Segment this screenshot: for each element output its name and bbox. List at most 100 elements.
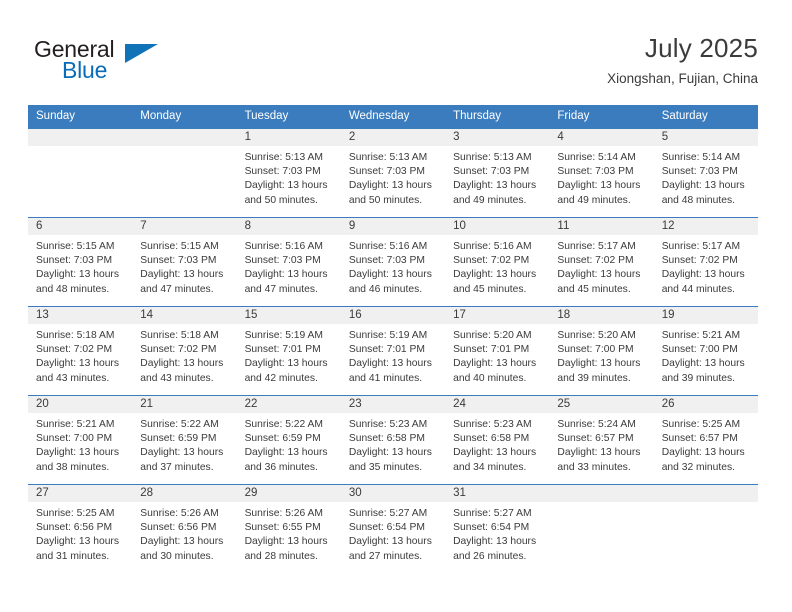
sunrise-text: Sunrise: 5:17 AM (557, 241, 636, 252)
calendar-day-cell[interactable]: 27 Sunrise: 5:25 AM Sunset: 6:56 PM Dayligh… (28, 484, 133, 574)
day-number: 6 (28, 218, 133, 235)
day-number (653, 485, 758, 502)
calendar-day-cell[interactable]: 19 Sunrise: 5:21 AM Sunset: 7:00 PM Dayligh… (653, 306, 758, 396)
calendar-day-cell[interactable]: 31 Sunrise: 5:27 AM Sunset: 6:54 PM Dayligh… (445, 484, 550, 574)
daylight-text: Daylight: 13 hours and 44 minutes. (661, 269, 745, 295)
calendar-day-cell[interactable]: 28 Sunrise: 5:26 AM Sunset: 6:56 PM Dayligh… (132, 484, 237, 574)
day-details: Sunrise: 5:21 AM Sunset: 7:00 PM Daylight:… (28, 413, 132, 475)
daylight-text: Daylight: 13 hours and 43 minutes. (36, 358, 119, 384)
sunset-text: Sunset: 6:58 PM (348, 433, 425, 445)
daylight-text: Daylight: 13 hours and 45 minutes. (557, 269, 641, 295)
sunset-text: Sunset: 6:58 PM (453, 433, 530, 445)
page-title: July 2025 (644, 33, 758, 63)
sunrise-text: Sunrise: 5:13 AM (348, 152, 428, 163)
sunset-text: Sunset: 7:00 PM (36, 433, 113, 445)
day-details: Sunrise: 5:23 AM Sunset: 6:58 PM Daylight:… (341, 413, 445, 475)
calendar-day-cell[interactable]: 12 Sunrise: 5:17 AM Sunset: 7:02 PM Dayligh… (653, 217, 758, 307)
calendar-day-cell[interactable]: 15 Sunrise: 5:19 AM Sunset: 7:01 PM Dayligh… (236, 306, 341, 396)
calendar-day-cell[interactable]: 26 Sunrise: 5:25 AM Sunset: 6:57 PM Dayligh… (653, 395, 758, 485)
calendar-day-cell[interactable]: 8 Sunrise: 5:16 AM Sunset: 7:03 PM Daylight… (236, 217, 341, 307)
daylight-text: Daylight: 13 hours and 38 minutes. (36, 447, 119, 473)
calendar-body: 1 Sunrise: 5:13 AM Sunset: 7:03 PM Daylight… (28, 128, 758, 574)
calendar-day-cell[interactable]: 20 Sunrise: 5:21 AM Sunset: 7:00 PM Dayligh… (28, 395, 133, 485)
calendar-day-cell[interactable]: 29 Sunrise: 5:26 AM Sunset: 6:55 PM Dayligh… (236, 484, 341, 574)
calendar-day-cell[interactable]: 2 Sunrise: 5:13 AM Sunset: 7:03 PM Daylight… (340, 128, 446, 218)
daylight-text: Daylight: 13 hours and 31 minutes. (36, 536, 119, 562)
day-details: Sunrise: 5:25 AM Sunset: 6:57 PM Daylight:… (654, 413, 758, 475)
sunset-text: Sunset: 7:03 PM (140, 255, 217, 267)
calendar-day-cell[interactable]: 22 Sunrise: 5:22 AM Sunset: 6:59 PM Dayligh… (236, 395, 341, 485)
sunrise-text: Sunrise: 5:14 AM (661, 152, 741, 163)
daylight-text: Daylight: 13 hours and 50 minutes. (348, 180, 432, 206)
sunset-text: Sunset: 6:55 PM (244, 522, 321, 534)
calendar-day-cell[interactable]: 7 Sunrise: 5:15 AM Sunset: 7:03 PM Daylight… (132, 217, 237, 307)
sunrise-text: Sunrise: 5:23 AM (453, 419, 532, 430)
day-number: 16 (340, 307, 446, 324)
calendar-empty-cell (549, 484, 654, 574)
day-number: 4 (549, 129, 654, 146)
calendar-day-cell[interactable]: 14 Sunrise: 5:18 AM Sunset: 7:02 PM Dayligh… (132, 306, 237, 396)
day-details: Sunrise: 5:27 AM Sunset: 6:54 PM Daylight:… (445, 502, 549, 564)
sunrise-text: Sunrise: 5:27 AM (348, 508, 428, 519)
calendar-empty-cell (28, 128, 133, 218)
calendar-day-cell[interactable]: 25 Sunrise: 5:24 AM Sunset: 6:57 PM Dayligh… (549, 395, 654, 485)
day-number: 1 (236, 129, 341, 146)
sunset-text: Sunset: 7:03 PM (557, 166, 634, 178)
sunset-text: Sunset: 6:57 PM (557, 433, 634, 445)
day-details: Sunrise: 5:27 AM Sunset: 6:54 PM Daylight:… (341, 502, 445, 564)
location-subtitle: Xiongshan, Fujian, China (607, 71, 758, 86)
calendar-day-cell[interactable]: 6 Sunrise: 5:15 AM Sunset: 7:03 PM Daylight… (28, 217, 133, 307)
sunrise-text: Sunrise: 5:20 AM (453, 330, 532, 341)
general-blue-logo[interactable]: General Blue (34, 36, 204, 88)
calendar-day-cell[interactable]: 5 Sunrise: 5:14 AM Sunset: 7:03 PM Daylight… (653, 128, 758, 218)
day-number: 18 (549, 307, 654, 324)
sunrise-text: Sunrise: 5:15 AM (140, 241, 219, 252)
sunrise-text: Sunrise: 5:17 AM (661, 241, 741, 252)
calendar-day-cell[interactable]: 3 Sunrise: 5:13 AM Sunset: 7:03 PM Daylight… (445, 128, 550, 218)
calendar-day-cell[interactable]: 11 Sunrise: 5:17 AM Sunset: 7:02 PM Dayligh… (549, 217, 654, 307)
sunrise-text: Sunrise: 5:19 AM (348, 330, 428, 341)
day-number: 5 (653, 129, 758, 146)
weekday-header-saturday: Saturday (653, 105, 758, 129)
daylight-text: Daylight: 13 hours and 28 minutes. (244, 536, 328, 562)
calendar-day-cell[interactable]: 30 Sunrise: 5:27 AM Sunset: 6:54 PM Dayligh… (340, 484, 446, 574)
daylight-text: Daylight: 13 hours and 32 minutes. (661, 447, 745, 473)
calendar-day-cell[interactable]: 1 Sunrise: 5:13 AM Sunset: 7:03 PM Daylight… (236, 128, 341, 218)
calendar-day-cell[interactable]: 4 Sunrise: 5:14 AM Sunset: 7:03 PM Daylight… (549, 128, 654, 218)
calendar-day-cell[interactable]: 18 Sunrise: 5:20 AM Sunset: 7:00 PM Dayligh… (549, 306, 654, 396)
calendar-day-cell[interactable]: 9 Sunrise: 5:16 AM Sunset: 7:03 PM Daylight… (340, 217, 446, 307)
calendar-week-row: 27 Sunrise: 5:25 AM Sunset: 6:56 PM Dayligh… (28, 484, 758, 574)
calendar-day-cell[interactable]: 16 Sunrise: 5:19 AM Sunset: 7:01 PM Dayligh… (340, 306, 446, 396)
sunset-text: Sunset: 7:03 PM (244, 255, 321, 267)
sunrise-text: Sunrise: 5:25 AM (36, 508, 115, 519)
sunset-text: Sunset: 6:57 PM (661, 433, 738, 445)
calendar-day-cell[interactable]: 24 Sunrise: 5:23 AM Sunset: 6:58 PM Dayligh… (445, 395, 550, 485)
day-details: Sunrise: 5:20 AM Sunset: 7:01 PM Daylight:… (445, 324, 549, 386)
calendar-day-cell[interactable]: 10 Sunrise: 5:16 AM Sunset: 7:02 PM Dayligh… (445, 217, 550, 307)
calendar-day-cell[interactable]: 17 Sunrise: 5:20 AM Sunset: 7:01 PM Dayligh… (445, 306, 550, 396)
day-number: 3 (445, 129, 550, 146)
day-number: 15 (236, 307, 341, 324)
daylight-text: Daylight: 13 hours and 50 minutes. (244, 180, 328, 206)
daylight-text: Daylight: 13 hours and 41 minutes. (348, 358, 432, 384)
daylight-text: Daylight: 13 hours and 30 minutes. (140, 536, 224, 562)
calendar-day-cell[interactable]: 21 Sunrise: 5:22 AM Sunset: 6:59 PM Dayligh… (132, 395, 237, 485)
sunset-text: Sunset: 7:02 PM (36, 344, 113, 356)
day-number: 24 (445, 396, 550, 413)
calendar-empty-cell (132, 128, 237, 218)
day-details: Sunrise: 5:14 AM Sunset: 7:03 PM Daylight:… (549, 146, 653, 208)
sunset-text: Sunset: 6:59 PM (140, 433, 217, 445)
daylight-text: Daylight: 13 hours and 35 minutes. (348, 447, 432, 473)
daylight-text: Daylight: 13 hours and 48 minutes. (661, 180, 745, 206)
day-details: Sunrise: 5:13 AM Sunset: 7:03 PM Daylight:… (341, 146, 445, 208)
sunrise-text: Sunrise: 5:22 AM (140, 419, 219, 430)
sunrise-text: Sunrise: 5:23 AM (348, 419, 428, 430)
sunset-text: Sunset: 7:03 PM (36, 255, 113, 267)
day-number: 13 (28, 307, 133, 324)
sunrise-text: Sunrise: 5:13 AM (244, 152, 323, 163)
calendar-page: General Blue July 2025 Xiongshan, Fujian… (0, 0, 792, 612)
day-number: 2 (340, 129, 446, 146)
day-details: Sunrise: 5:15 AM Sunset: 7:03 PM Daylight:… (132, 235, 236, 297)
calendar-day-cell[interactable]: 13 Sunrise: 5:18 AM Sunset: 7:02 PM Dayligh… (28, 306, 133, 396)
calendar-day-cell[interactable]: 23 Sunrise: 5:23 AM Sunset: 6:58 PM Dayligh… (340, 395, 446, 485)
